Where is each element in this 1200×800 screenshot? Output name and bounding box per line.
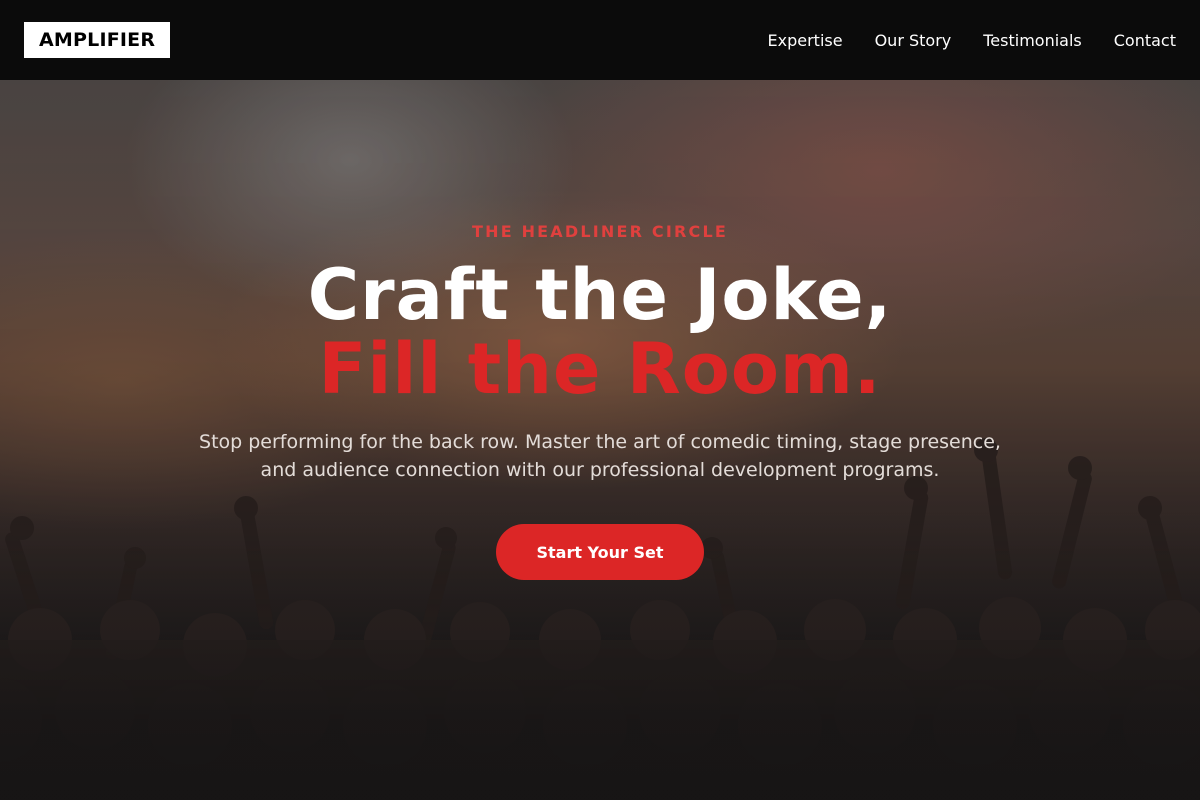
hero-headline-line2: Fill the Room. [318,328,882,410]
nav-links: Expertise Our Story Testimonials Contact [768,31,1176,50]
start-your-set-button[interactable]: Start Your Set [496,524,704,580]
hero-subtitle: Stop performing for the back row. Master… [170,428,1030,484]
nav-link-expertise[interactable]: Expertise [768,31,843,50]
brand-logo[interactable]: AMPLIFIER [24,22,171,58]
top-navbar: AMPLIFIER Expertise Our Story Testimonia… [0,0,1200,80]
hero-headline-line1: Craft the Joke, [307,254,893,336]
nav-link-contact[interactable]: Contact [1114,31,1176,50]
hero-headline: Craft the Joke, Fill the Room. [0,258,1200,406]
hero-subtitle-line1: Stop performing for the back row. Master… [199,431,1001,453]
nav-link-our-story[interactable]: Our Story [875,31,952,50]
nav-link-testimonials[interactable]: Testimonials [983,31,1082,50]
hero-section: THE HEADLINER CIRCLE Craft the Joke, Fil… [0,80,1200,800]
hero-subtitle-line2: and audience connection with our profess… [260,459,940,481]
hero-eyebrow: THE HEADLINER CIRCLE [471,222,729,241]
hero-content: THE HEADLINER CIRCLE Craft the Joke, Fil… [0,80,1200,800]
